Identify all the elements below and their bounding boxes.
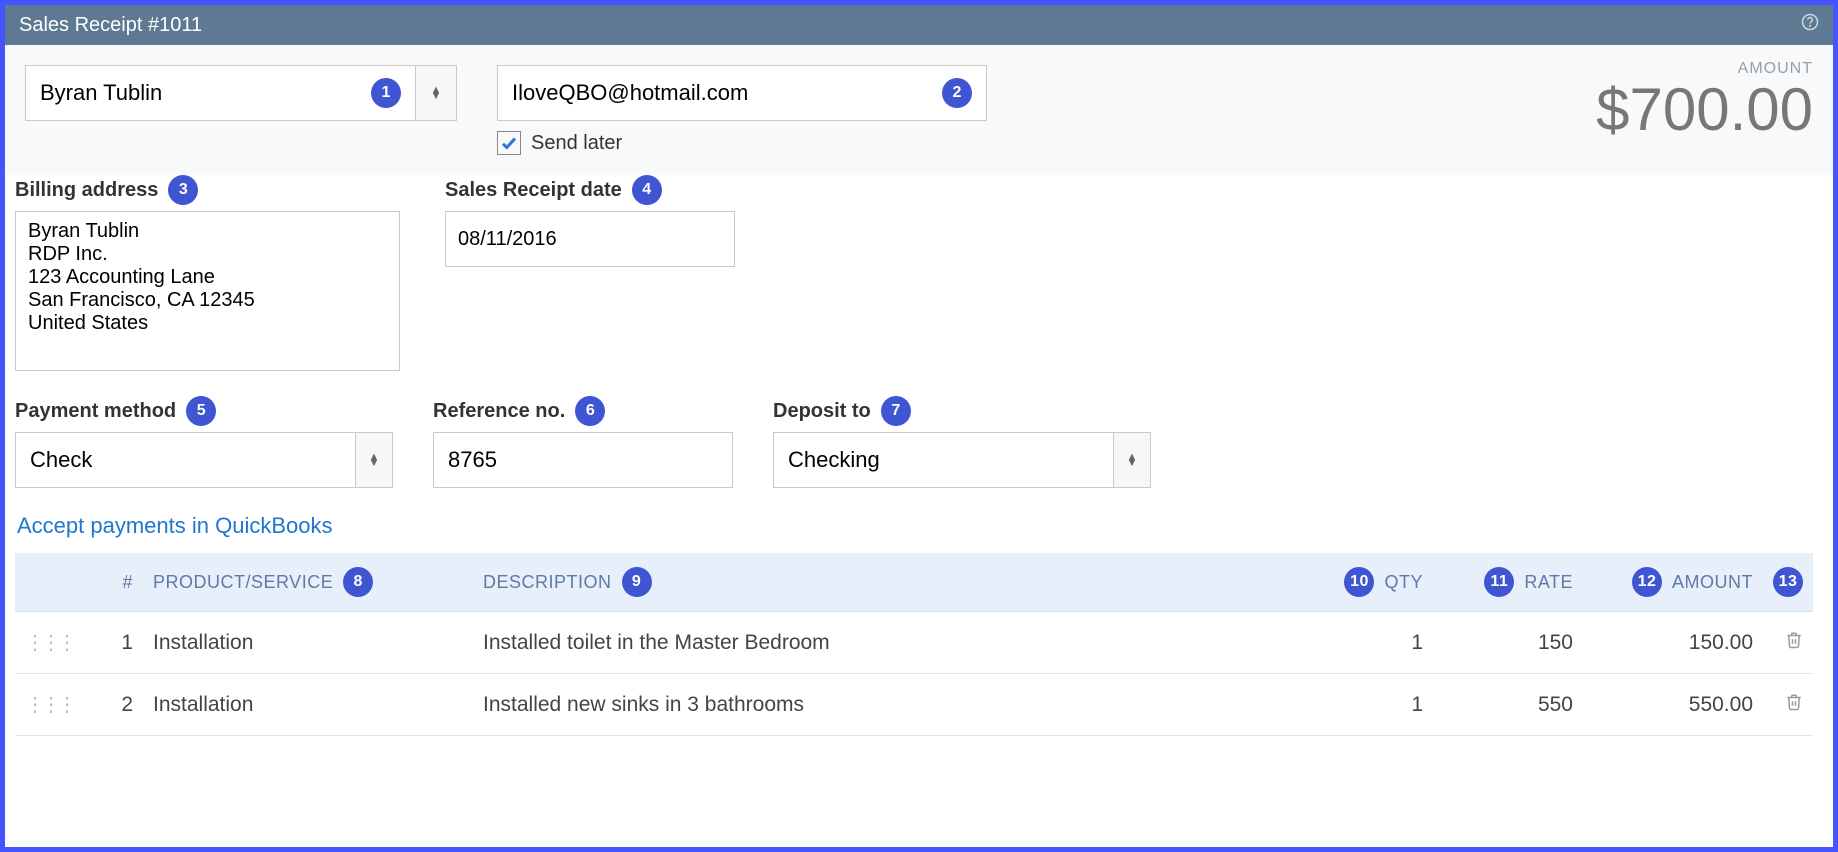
annotation-badge-13: 13 [1773, 567, 1803, 597]
receipt-date-input[interactable]: 08/11/2016 [445, 211, 735, 267]
annotation-badge-9: 9 [622, 567, 652, 597]
col-qty: QTY [1384, 572, 1423, 593]
deposit-to-select[interactable]: Checking [773, 432, 1113, 488]
col-rate: RATE [1524, 572, 1573, 593]
row-rate[interactable]: 550 [1433, 674, 1583, 736]
email-input-value: IloveQBO@hotmail.com [512, 80, 748, 106]
row-number: 2 [83, 674, 143, 736]
reference-no-value: 8765 [448, 447, 497, 473]
row-description[interactable]: Installed toilet in the Master Bedroom [473, 612, 1293, 674]
annotation-badge-3: 3 [168, 175, 198, 205]
payment-method-value: Check [30, 447, 92, 473]
annotation-badge-4: 4 [632, 175, 662, 205]
col-product: PRODUCT/SERVICE [153, 572, 333, 593]
billing-address-label: Billing address [15, 179, 158, 202]
row-qty[interactable]: 1 [1293, 612, 1433, 674]
customer-select-value: Byran Tublin [40, 80, 162, 106]
row-number: 1 [83, 612, 143, 674]
annotation-badge-7: 7 [881, 396, 911, 426]
col-amount: AMOUNT [1672, 572, 1753, 593]
row-rate[interactable]: 150 [1433, 612, 1583, 674]
payment-method-toggle[interactable]: ▲▼ [355, 432, 393, 488]
annotation-badge-1: 1 [371, 78, 401, 108]
row-qty[interactable]: 1 [1293, 674, 1433, 736]
annotation-badge-6: 6 [575, 396, 605, 426]
trash-icon[interactable] [1785, 693, 1803, 716]
table-row[interactable]: ⋮⋮⋮1InstallationInstalled toilet in the … [15, 612, 1813, 674]
annotation-badge-8: 8 [343, 567, 373, 597]
reference-no-input[interactable]: 8765 [433, 432, 733, 488]
receipt-date-label: Sales Receipt date [445, 179, 622, 202]
annotation-badge-11: 11 [1484, 567, 1514, 597]
table-row[interactable]: ⋮⋮⋮ 2InstallationInstalled new sinks in 3… [15, 674, 1813, 736]
annotation-badge-10: 10 [1344, 567, 1374, 597]
row-amount[interactable]: 550.00 [1583, 674, 1763, 736]
deposit-to-value: Checking [788, 447, 880, 473]
chevron-updown-icon: ▲▼ [431, 87, 442, 100]
deposit-to-toggle[interactable]: ▲▼ [1113, 432, 1151, 488]
send-later-label: Send later [531, 132, 622, 155]
help-icon[interactable] [1801, 13, 1819, 37]
payment-method-select[interactable]: Check [15, 432, 355, 488]
line-items-table: # PRODUCT/SERVICE8 DESCRIPTION9 10QTY 11… [15, 553, 1813, 736]
row-product[interactable]: Installation [143, 612, 473, 674]
chevron-updown-icon: ▲▼ [1127, 454, 1138, 467]
send-later-checkbox[interactable] [497, 131, 521, 155]
email-input[interactable]: IloveQBO@hotmail.com 2 [497, 65, 987, 121]
drag-handle-icon[interactable]: ⋮⋮⋮ [25, 694, 73, 716]
deposit-to-label: Deposit to [773, 400, 871, 423]
receipt-date-value: 08/11/2016 [458, 228, 557, 251]
accept-payments-link[interactable]: Accept payments in QuickBooks [15, 513, 1813, 539]
row-product[interactable]: Installation [143, 674, 473, 736]
annotation-badge-5: 5 [186, 396, 216, 426]
window-titlebar: Sales Receipt #1011 [5, 5, 1833, 45]
payment-method-label: Payment method [15, 400, 176, 423]
annotation-badge-12: 12 [1632, 567, 1662, 597]
drag-handle-icon[interactable]: ⋮⋮⋮ [25, 632, 73, 654]
row-description[interactable]: Installed new sinks in 3 bathrooms [473, 674, 1293, 736]
reference-no-label: Reference no. [433, 400, 565, 423]
row-amount[interactable]: 150.00 [1583, 612, 1763, 674]
customer-select[interactable]: Byran Tublin 1 [25, 65, 415, 121]
billing-address-textarea[interactable]: Byran Tublin RDP Inc. 123 Accounting Lan… [15, 211, 400, 371]
annotation-badge-2: 2 [942, 78, 972, 108]
window-title: Sales Receipt #1011 [19, 14, 202, 37]
trash-icon[interactable] [1785, 631, 1803, 654]
col-number: # [83, 553, 143, 612]
customer-select-toggle[interactable]: ▲▼ [415, 65, 457, 121]
amount-value: $700.00 [1596, 78, 1813, 141]
col-description: DESCRIPTION [483, 572, 612, 593]
chevron-updown-icon: ▲▼ [369, 454, 380, 467]
